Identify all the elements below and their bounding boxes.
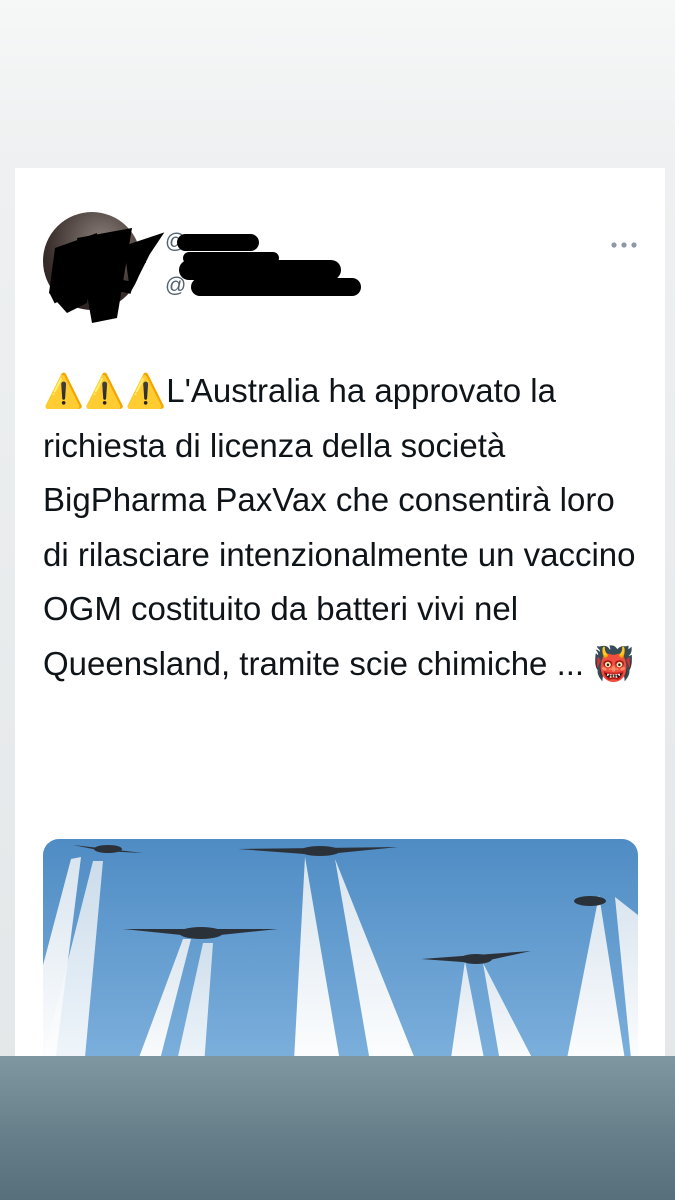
username-redaction-2 — [191, 278, 361, 296]
tweet-text: ⚠️⚠️⚠️L'Australia ha approvato la richie… — [43, 372, 636, 682]
tweet-media-image[interactable] — [43, 839, 638, 1056]
tweet-card[interactable]: @ @ ⚠️⚠️⚠️L'Australia ha approvato la ri… — [15, 168, 665, 1056]
chemtrails-image — [43, 839, 638, 1056]
display-name-redaction — [177, 234, 259, 251]
more-horizontal-icon[interactable] — [609, 238, 639, 252]
background-bottom — [0, 1056, 675, 1200]
redaction-scribble — [49, 228, 165, 323]
username-redaction — [179, 260, 341, 280]
